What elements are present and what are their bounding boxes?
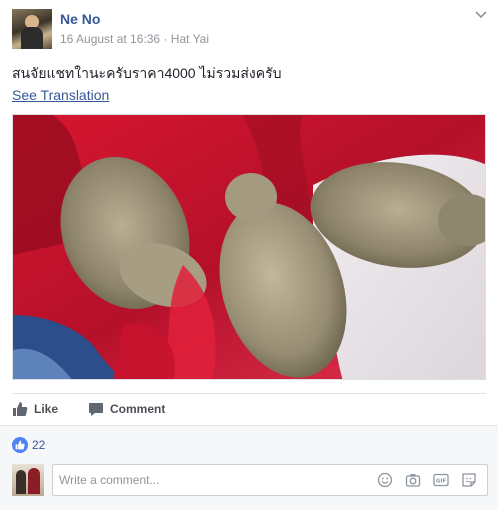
- comment-input[interactable]: [53, 465, 359, 495]
- post-card: Ne No 16 August at 16:36 · Hat Yai สนจัย…: [0, 0, 498, 510]
- reaction-count[interactable]: 22: [32, 438, 45, 452]
- speech-bubble-icon: [89, 403, 103, 416]
- post-actions: Like Comment: [12, 396, 486, 422]
- like-reaction-icon: [12, 437, 28, 453]
- post-footer: 22 GIF: [0, 425, 498, 510]
- gif-icon[interactable]: GIF: [433, 472, 449, 488]
- comment-composer: GIF: [52, 464, 488, 496]
- post-location[interactable]: Hat Yai: [171, 32, 209, 46]
- comment-button[interactable]: Comment: [88, 396, 165, 422]
- author-avatar[interactable]: [12, 9, 52, 49]
- actions-divider: [12, 393, 486, 394]
- smiley-icon[interactable]: [377, 472, 393, 488]
- author-name[interactable]: Ne No: [60, 11, 100, 27]
- see-translation-link[interactable]: See Translation: [12, 87, 109, 103]
- post-photo[interactable]: [12, 114, 486, 380]
- thumbs-up-icon: [13, 402, 28, 416]
- reactions-summary[interactable]: 22: [12, 436, 45, 454]
- svg-text:GIF: GIF: [436, 479, 447, 485]
- like-label: Like: [34, 402, 59, 416]
- current-user-avatar[interactable]: [12, 464, 44, 496]
- otter-pups-image: [13, 115, 485, 379]
- meta-separator: ·: [163, 32, 168, 46]
- post-timestamp[interactable]: 16 August at 16:36: [60, 32, 160, 46]
- chevron-down-icon[interactable]: [474, 10, 488, 20]
- sticker-icon[interactable]: [461, 472, 477, 488]
- comment-label: Comment: [110, 402, 166, 416]
- like-button[interactable]: Like: [12, 396, 58, 422]
- camera-icon[interactable]: [405, 472, 421, 488]
- post-meta: 16 August at 16:36 · Hat Yai: [60, 32, 209, 46]
- post-text: สนจัยแชทใานะครับราคา4000 ไม่รวมส่งครับ: [12, 65, 282, 81]
